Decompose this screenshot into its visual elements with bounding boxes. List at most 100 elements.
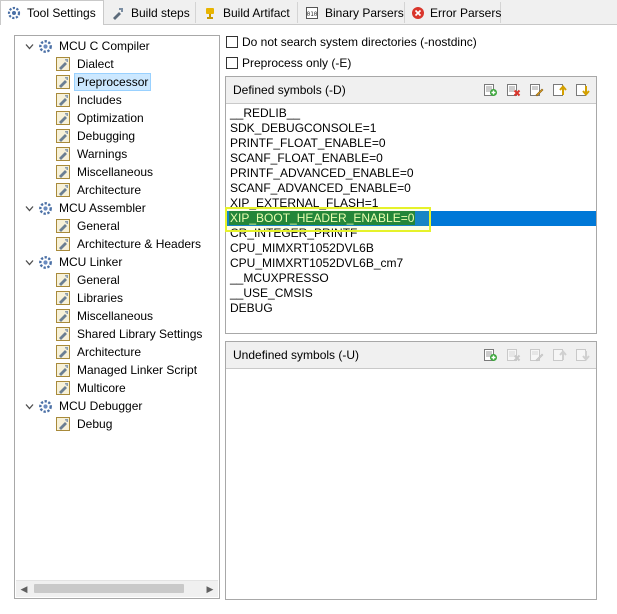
settings-page-icon	[55, 308, 71, 324]
tab-error-parsers[interactable]: Error Parsers	[406, 2, 501, 23]
symbol-text: SCANF_ADVANCED_ENABLE=0	[230, 181, 411, 195]
collapse-chevron-icon[interactable]	[24, 397, 34, 415]
move-up-icon[interactable]	[550, 345, 567, 363]
tab-binary-parsers[interactable]: 010 Binary Parsers	[299, 2, 405, 23]
symbol-row[interactable]: __REDLIB__	[226, 106, 596, 121]
move-up-icon[interactable]	[550, 80, 567, 98]
collapse-chevron-icon[interactable]	[24, 199, 34, 217]
tab-build-artifact[interactable]: Build Artifact	[197, 2, 298, 23]
collapse-chevron-icon[interactable]	[24, 253, 34, 271]
tree-item[interactable]: Shared Library Settings	[55, 325, 204, 343]
symbol-row[interactable]: SCANF_FLOAT_ENABLE=0	[226, 151, 596, 166]
tree-category[interactable]: MCU Debugger	[24, 397, 144, 415]
tab-build-steps[interactable]: Build steps	[105, 2, 196, 23]
settings-page-icon	[55, 56, 71, 72]
tree-category[interactable]: MCU C Compiler	[24, 37, 152, 55]
tree-item[interactable]: Includes	[55, 91, 124, 109]
symbol-row[interactable]: PRINTF_FLOAT_ENABLE=0	[226, 136, 596, 151]
edit-icon[interactable]	[527, 80, 544, 98]
tool-settings-icon	[37, 38, 53, 54]
delete-icon[interactable]	[504, 345, 521, 363]
move-down-icon[interactable]	[573, 80, 590, 98]
symbol-row[interactable]: SCANF_ADVANCED_ENABLE=0	[226, 181, 596, 196]
symbol-row[interactable]: CPU_MIMXRT1052DVL6B	[226, 241, 596, 256]
tree-item[interactable]: Preprocessor	[55, 73, 152, 91]
symbol-text: CPU_MIMXRT1052DVL6B	[230, 241, 374, 255]
tree-item[interactable]: Warnings	[55, 145, 129, 163]
tree-item[interactable]: Architecture	[55, 181, 143, 199]
move-down-icon[interactable]	[573, 345, 590, 363]
symbol-row[interactable]: XIP_BOOT_HEADER_ENABLE=0	[226, 211, 596, 226]
tree-item[interactable]: Debug	[55, 415, 114, 433]
tree-item[interactable]: Optimization	[55, 109, 146, 127]
symbol-text: CR_INTEGER_PRINTF	[230, 226, 358, 240]
tree-item-label: Miscellaneous	[77, 165, 154, 179]
tree-item[interactable]: Architecture	[55, 343, 143, 361]
symbol-text: XIP_BOOT_HEADER_ENABLE=0	[229, 211, 416, 225]
symbol-row[interactable]: SDK_DEBUGCONSOLE=1	[226, 121, 596, 136]
error-parsers-icon	[411, 5, 425, 21]
add-icon[interactable]	[481, 80, 498, 98]
scroll-right-icon[interactable]: ▶	[202, 581, 218, 597]
defined-symbols-title: Defined symbols (-D)	[233, 83, 346, 97]
settings-page-icon	[55, 380, 71, 396]
settings-page-icon	[55, 182, 71, 198]
symbol-text: __MCUXPRESSO	[230, 271, 329, 285]
nostdinc-option[interactable]: Do not search system directories (-nostd…	[226, 33, 477, 51]
tree-item-label: General	[77, 273, 120, 287]
settings-page-icon	[55, 110, 71, 126]
tree-item-label: Miscellaneous	[77, 309, 154, 323]
tree-item-label: Architecture	[77, 345, 142, 359]
edit-icon[interactable]	[527, 345, 544, 363]
settings-page-icon	[55, 236, 71, 252]
tree-item-label: MCU Assembler	[59, 201, 146, 215]
nostdinc-label: Do not search system directories (-nostd…	[242, 35, 477, 49]
preprocess-only-checkbox[interactable]	[226, 57, 238, 69]
symbol-row[interactable]: __MCUXPRESSO	[226, 271, 596, 286]
tree-item[interactable]: Multicore	[55, 379, 128, 397]
tree-item[interactable]: General	[55, 217, 122, 235]
tree-category[interactable]: MCU Linker	[24, 253, 124, 271]
preprocess-only-label: Preprocess only (-E)	[242, 56, 352, 70]
symbol-row[interactable]: __USE_CMSIS	[226, 286, 596, 301]
tree-category[interactable]: MCU Assembler	[24, 199, 148, 217]
delete-icon[interactable]	[504, 80, 521, 98]
nostdinc-checkbox[interactable]	[226, 36, 238, 48]
settings-page-icon	[55, 344, 71, 360]
tree-item-label: Architecture & Headers	[77, 237, 202, 251]
scroll-left-icon[interactable]: ◀	[16, 581, 32, 597]
settings-page-icon	[55, 164, 71, 180]
tree-item[interactable]: Debugging	[55, 127, 137, 145]
tree-item[interactable]: Miscellaneous	[55, 307, 155, 325]
symbol-text: SCANF_FLOAT_ENABLE=0	[230, 151, 383, 165]
collapse-chevron-icon[interactable]	[24, 37, 34, 55]
settings-page-icon	[55, 362, 71, 378]
defined-symbols-group: Defined symbols (-D) __REDLIB__ SDK_DEBUG…	[225, 76, 597, 334]
symbol-row[interactable]: XIP_EXTERNAL_FLASH=1	[226, 196, 596, 211]
tree-item-label: MCU Linker	[59, 255, 123, 269]
tree-item-label: Libraries	[77, 291, 124, 305]
tree-item-label: Warnings	[77, 147, 128, 161]
settings-page-icon	[55, 218, 71, 234]
symbol-row[interactable]: PRINTF_ADVANCED_ENABLE=0	[226, 166, 596, 181]
symbol-row[interactable]: CPU_MIMXRT1052DVL6B_cm7	[226, 256, 596, 271]
symbol-text: PRINTF_ADVANCED_ENABLE=0	[230, 166, 414, 180]
tree-item[interactable]: Dialect	[55, 55, 116, 73]
tree-item-label: MCU C Compiler	[59, 39, 150, 53]
add-icon[interactable]	[481, 345, 498, 363]
undefined-symbols-group: Undefined symbols (-U)	[225, 341, 597, 600]
build-artifact-icon	[202, 5, 218, 21]
tree-item[interactable]: Libraries	[55, 289, 125, 307]
scrollbar-thumb[interactable]	[34, 584, 184, 593]
settings-tree[interactable]: MCU C Compiler Dialect Preprocessor Include…	[14, 35, 220, 599]
tree-item[interactable]: Managed Linker Script	[55, 361, 199, 379]
preprocess-only-option[interactable]: Preprocess only (-E)	[226, 54, 351, 72]
tree-item[interactable]: Miscellaneous	[55, 163, 155, 181]
tree-item-label: Multicore	[77, 381, 126, 395]
tree-horizontal-scrollbar[interactable]: ◀ ▶	[16, 580, 218, 597]
tab-tool-settings[interactable]: Tool Settings	[0, 0, 104, 25]
symbol-row[interactable]: CR_INTEGER_PRINTF	[226, 226, 596, 241]
tree-item[interactable]: General	[55, 271, 122, 289]
symbol-row[interactable]: DEBUG	[226, 301, 596, 316]
tree-item[interactable]: Architecture & Headers	[55, 235, 203, 253]
